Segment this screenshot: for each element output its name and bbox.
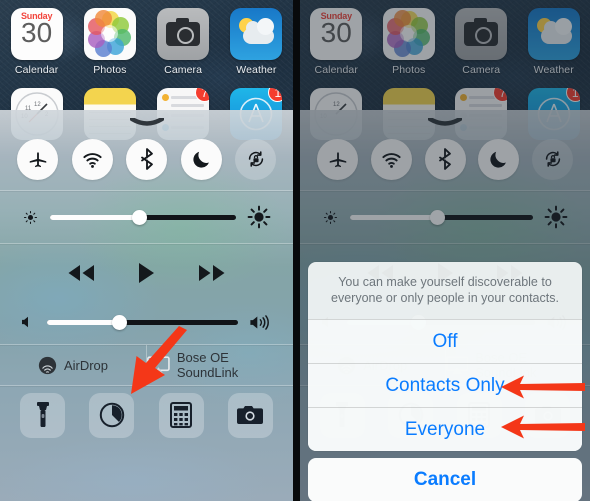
timer-icon — [99, 402, 125, 428]
app-weather-right[interactable]: Weather — [518, 8, 590, 76]
calendar-date-label: 30 — [21, 17, 53, 48]
moon-icon — [490, 151, 507, 168]
app-label-photos: Photos — [392, 64, 426, 76]
wifi-toggle-right[interactable] — [370, 138, 412, 180]
brightness-section — [0, 191, 293, 243]
arrow-pointing-to-airdrop — [131, 326, 187, 394]
brightness-high-icon — [247, 205, 271, 229]
rotation-lock-toggle-right[interactable] — [532, 138, 573, 180]
airdrop-cancel-button[interactable]: Cancel — [308, 458, 582, 501]
arrow-pointing-to-everyone — [501, 415, 585, 439]
mail-badge: 7 — [195, 88, 210, 102]
play-button[interactable] — [136, 261, 156, 285]
brightness-slider[interactable] — [50, 209, 236, 225]
app-calendar-right[interactable]: Sunday 30 Calendar — [300, 8, 373, 76]
app-label-weather: Weather — [533, 64, 574, 76]
fast-forward-icon — [199, 265, 225, 281]
camera-icon — [455, 8, 508, 60]
app-camera-right[interactable]: Camera — [445, 8, 518, 76]
wifi-icon — [82, 152, 102, 168]
do-not-disturb-toggle-right[interactable] — [478, 138, 520, 180]
app-label-camera: Camera — [164, 64, 203, 76]
airdrop-option-off[interactable]: Off — [308, 319, 582, 363]
airdrop-label: AirDrop — [63, 357, 109, 373]
photos-icon — [83, 8, 136, 60]
brightness-slider-right[interactable] — [350, 209, 533, 225]
bluetooth-toggle[interactable] — [126, 138, 167, 180]
camera-shortcut[interactable] — [227, 392, 273, 438]
panel-divider — [293, 0, 300, 501]
airplane-icon — [329, 152, 346, 168]
screenshot-stage: Sunday 30 Calendar Photos Camera Weather… — [0, 0, 590, 501]
grabber-handle-right[interactable] — [428, 118, 462, 127]
bluetooth-icon — [439, 148, 451, 170]
calendar-date-label: 30 — [320, 17, 352, 48]
svg-text:12: 12 — [34, 102, 41, 108]
toggle-row — [0, 128, 293, 190]
app-label-weather: Weather — [236, 64, 277, 76]
app-photos-right[interactable]: Photos — [373, 8, 446, 76]
right-phone-panel: Sunday 30 Calendar Photos Camera Weather… — [300, 0, 590, 501]
rotation-lock-icon — [545, 151, 560, 167]
app-label-camera: Camera — [462, 64, 501, 76]
volume-mute-icon — [22, 316, 28, 328]
calculator-icon — [170, 402, 193, 428]
svg-text:12: 12 — [333, 102, 340, 108]
control-center-left: AirDrop Bose OE SoundLink — [0, 110, 293, 501]
previous-track-button[interactable] — [63, 262, 99, 284]
home-icon-row-1-right: Sunday 30 Calendar Photos Camera Weather — [300, 8, 590, 76]
app-calendar[interactable]: Sunday 30 Calendar — [0, 8, 73, 76]
brightness-section-right — [300, 191, 590, 243]
arrow-pointing-to-contacts-only — [501, 375, 585, 399]
airplane-icon — [29, 152, 46, 168]
mail-badge: 7 — [493, 88, 508, 102]
moon-icon — [192, 151, 209, 168]
grabber-handle[interactable] — [129, 118, 164, 127]
airplane-mode-toggle[interactable] — [17, 138, 58, 180]
camera-shortcut-icon — [237, 406, 264, 424]
home-icon-row-1: Sunday 30 Calendar Photos Camera Weather — [0, 8, 293, 76]
camera-icon — [157, 8, 210, 60]
airdrop-icon — [38, 356, 57, 374]
media-transport — [0, 244, 293, 302]
rotation-lock-icon — [248, 151, 263, 167]
app-weather[interactable]: Weather — [220, 8, 293, 76]
app-label-calendar: Calendar — [314, 64, 358, 76]
app-camera[interactable]: Camera — [147, 8, 220, 76]
wifi-icon — [382, 152, 401, 168]
app-label-calendar: Calendar — [14, 64, 59, 76]
play-icon — [139, 263, 155, 283]
brightness-high-icon — [544, 205, 568, 229]
next-track-button[interactable] — [194, 262, 230, 284]
bluetooth-icon — [140, 148, 153, 170]
airplane-mode-toggle-right[interactable] — [317, 138, 358, 180]
airdrop-sheet-message: You can make yourself discoverable to ev… — [331, 275, 559, 305]
left-phone-panel: Sunday 30 Calendar Photos Camera Weather… — [0, 0, 293, 501]
bluetooth-toggle-right[interactable] — [424, 138, 466, 180]
brightness-low-icon — [23, 210, 38, 224]
volume-slider[interactable] — [47, 314, 238, 330]
weather-icon — [527, 8, 580, 60]
do-not-disturb-toggle[interactable] — [180, 138, 222, 180]
rewind-icon — [68, 265, 94, 281]
weather-icon — [230, 8, 283, 60]
flashlight-shortcut[interactable] — [20, 392, 66, 438]
rotation-lock-toggle[interactable] — [235, 138, 276, 180]
wifi-toggle[interactable] — [71, 138, 113, 180]
toggle-row-right — [300, 128, 590, 190]
calendar-icon: Sunday 30 — [10, 8, 63, 60]
volume-high-icon — [250, 314, 269, 330]
brightness-low-icon — [323, 210, 338, 224]
app-photos[interactable]: Photos — [73, 8, 146, 76]
app-label-photos: Photos — [93, 64, 127, 76]
calendar-icon: Sunday 30 — [310, 8, 363, 60]
photos-icon — [382, 8, 435, 60]
flashlight-icon — [36, 402, 49, 427]
